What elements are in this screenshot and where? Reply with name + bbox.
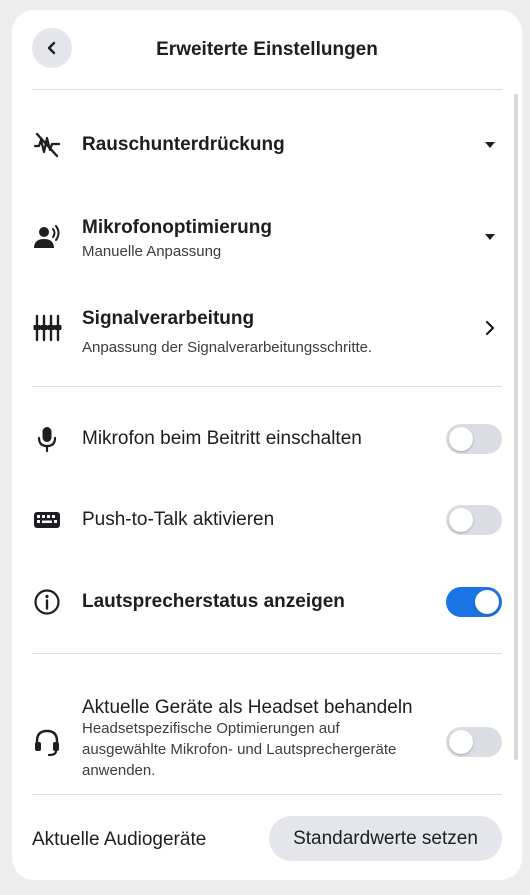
info-icon — [32, 587, 62, 617]
headset-label: Aktuelle Geräte als Headset behandeln — [82, 697, 413, 718]
section-divider — [32, 653, 502, 654]
headset-sublabel: Headsetspezifische Optimierungen auf aus… — [82, 720, 397, 779]
noise-suppression-row[interactable]: Rauschunterdrückung — [12, 110, 522, 182]
caret-down-icon[interactable] — [480, 227, 500, 247]
toggle-knob — [449, 427, 473, 451]
toggle-knob — [449, 508, 473, 532]
page-title: Erweiterte Einstellungen — [156, 39, 378, 60]
headset-toggle[interactable] — [446, 727, 502, 757]
push-to-talk-row: Push-to-Talk aktivieren — [12, 491, 522, 549]
toggle-knob — [449, 730, 473, 754]
signal-processing-label: Signalverarbeitung — [82, 308, 255, 329]
footer-divider — [32, 794, 502, 795]
speaker-status-toggle[interactable] — [446, 587, 502, 617]
speaker-status-label: Lautsprecherstatus anzeigen — [82, 591, 345, 612]
section-divider — [32, 386, 502, 387]
keyboard-icon — [32, 505, 62, 535]
mic-on-join-row: Mikrofon beim Beitritt einschalten — [12, 410, 522, 468]
settings-panel: Erweiterte Einstellungen Rauschunterdrüc… — [12, 10, 522, 880]
push-to-talk-toggle[interactable] — [446, 505, 502, 535]
noise-off-icon — [32, 130, 62, 160]
mic-optimization-label: Mikrofonoptimierung — [82, 217, 272, 238]
speaking-person-icon — [32, 222, 62, 252]
header-divider — [32, 89, 502, 90]
caret-down-icon[interactable] — [480, 135, 500, 155]
mic-optimization-sublabel: Manuelle Anpassung — [82, 243, 222, 260]
headset-icon — [32, 727, 62, 757]
reset-defaults-button[interactable]: Standardwerte setzen — [269, 816, 502, 861]
noise-suppression-label: Rauschunterdrückung — [82, 134, 285, 155]
signal-processing-row[interactable]: Signalverarbeitung Anpassung der Signalv… — [12, 290, 522, 370]
mic-on-join-label: Mikrofon beim Beitritt einschalten — [82, 428, 362, 449]
current-audio-devices-label: Aktuelle Audiogeräte — [32, 829, 207, 850]
equalizer-icon — [32, 313, 62, 343]
push-to-talk-label: Push-to-Talk aktivieren — [82, 509, 275, 530]
header: Erweiterte Einstellungen — [12, 10, 522, 90]
speaker-status-row: Lautsprecherstatus anzeigen — [12, 573, 522, 631]
microphone-icon — [32, 424, 62, 454]
chevron-right-icon[interactable] — [480, 318, 500, 338]
toggle-knob — [475, 590, 499, 614]
signal-processing-sublabel: Anpassung der Signalverarbeitungsschritt… — [82, 339, 373, 356]
mic-on-join-toggle[interactable] — [446, 424, 502, 454]
mic-optimization-row[interactable]: Mikrofonoptimierung Manuelle Anpassung — [12, 200, 522, 280]
